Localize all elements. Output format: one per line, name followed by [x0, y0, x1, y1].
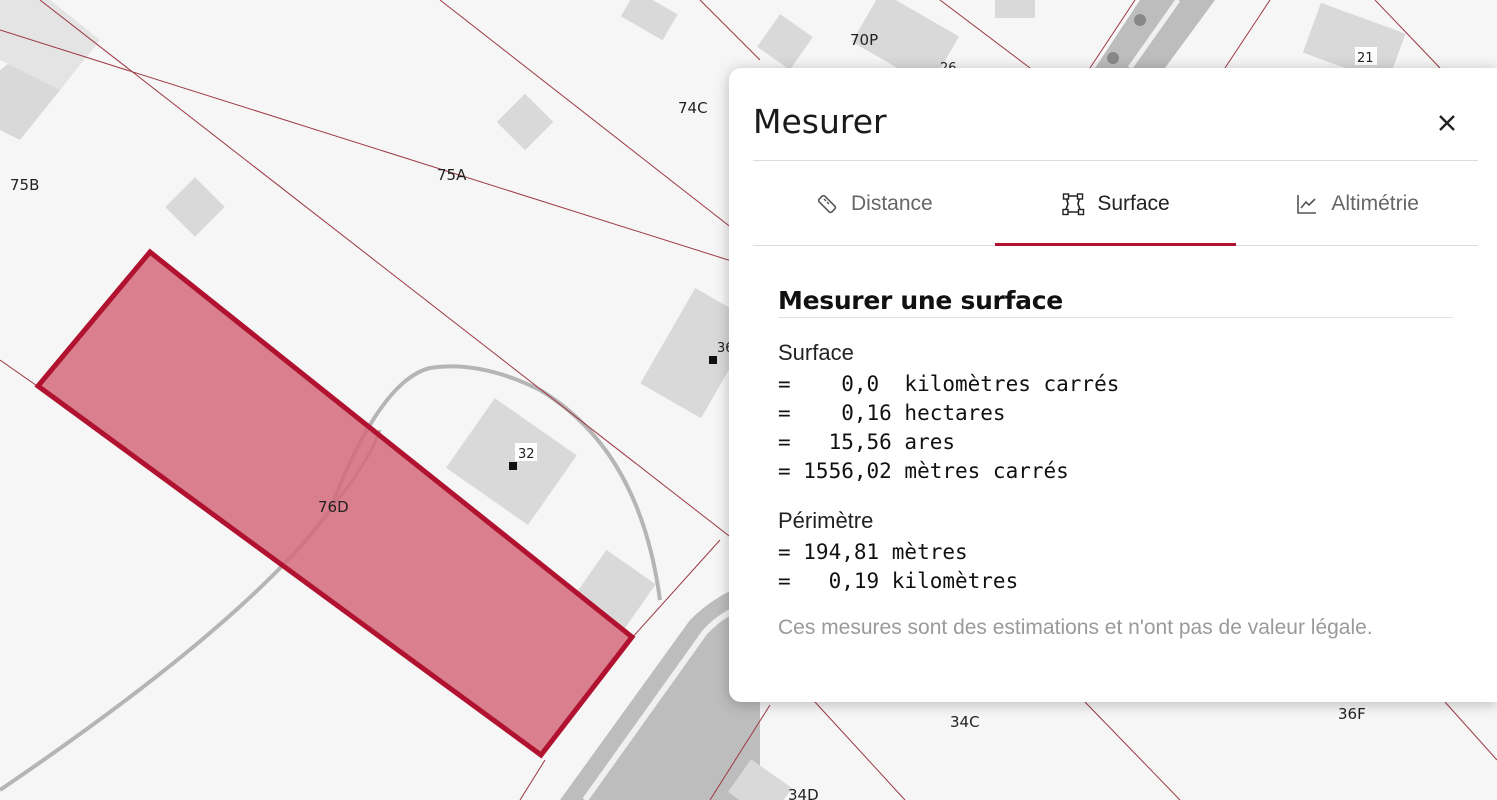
house-number-32: 32: [518, 447, 535, 462]
perimeter-values: = 194,81 mètres = 0,19 kilomètres: [778, 538, 1453, 596]
perimeter-label: Périmètre: [778, 508, 874, 533]
chart-line-icon: [1297, 195, 1317, 214]
perimeter-km: = 0,19 kilomètres: [778, 569, 1019, 593]
close-icon[interactable]: [1434, 110, 1460, 136]
surface-results: Mesurer une surface Surface = 0,0 kilomè…: [778, 286, 1453, 640]
measure-panel: Mesurer Distance Surface Altimétrie Mesu…: [729, 68, 1497, 702]
panel-header: Mesurer: [753, 98, 1478, 161]
parcel-label-75a: 75A: [437, 166, 467, 184]
tab-surface[interactable]: Surface: [994, 163, 1237, 246]
surface-values: = 0,0 kilomètres carrés = 0,16 hectares = …: [778, 370, 1453, 486]
tab-altimetrie-label: Altimétrie: [1331, 192, 1419, 215]
measure-tabs: Distance Surface Altimétrie: [753, 163, 1478, 246]
panel-title: Mesurer: [753, 102, 887, 141]
parcel-label-75b: 75B: [10, 176, 39, 194]
surface-ares: = 15,56 ares: [778, 430, 956, 454]
parcel-label-34c: 34C: [950, 713, 980, 731]
parcel-label-74c: 74C: [678, 99, 708, 117]
ruler-icon: [817, 194, 837, 214]
parcel-label-70p: 70P: [850, 31, 878, 49]
surface-label: Surface: [778, 340, 854, 365]
house-number-21: 21: [1357, 51, 1374, 66]
tab-distance[interactable]: Distance: [753, 163, 995, 245]
surface-km2: = 0,0 kilomètres carrés: [778, 372, 1120, 396]
tab-distance-label: Distance: [850, 192, 933, 215]
surface-ha: = 0,16 hectares: [778, 401, 1006, 425]
polygon-icon: [1062, 193, 1085, 216]
disclaimer: Ces mesures sont des estimations et n'on…: [778, 616, 1373, 639]
parcel-label-34d: 34D: [788, 786, 819, 800]
tab-surface-label: Surface: [1097, 192, 1170, 215]
tab-altimetrie[interactable]: Altimétrie: [1236, 163, 1478, 245]
parcel-label-36f: 36F: [1338, 705, 1366, 723]
parcel-label-76d: 76D: [318, 498, 349, 516]
surface-m2: = 1556,02 mètres carrés: [778, 459, 1069, 483]
perimeter-m: = 194,81 mètres: [778, 540, 968, 564]
section-title: Mesurer une surface: [778, 286, 1453, 318]
